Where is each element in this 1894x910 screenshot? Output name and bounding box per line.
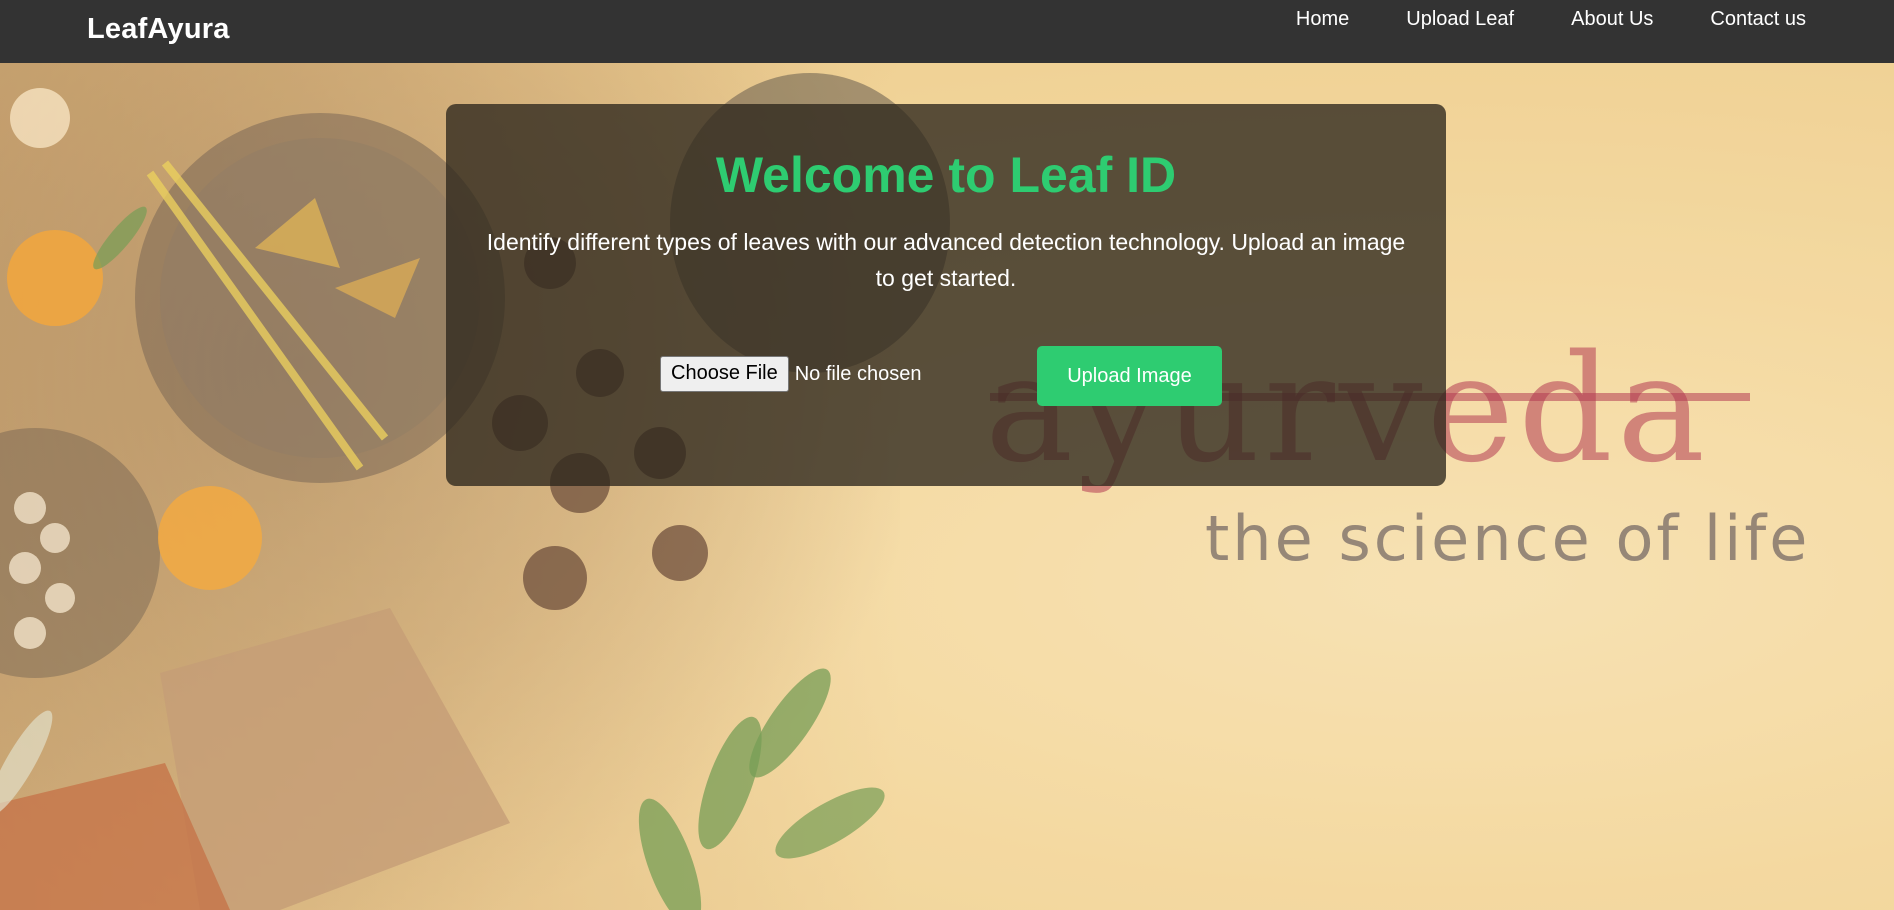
nav-link-upload-leaf[interactable]: Upload Leaf <box>1406 8 1514 31</box>
hero-title: Welcome to Leaf ID <box>715 147 1177 203</box>
hero-description: Identify different types of leaves with … <box>486 229 1406 291</box>
navbar: LeafAyura Home Upload Leaf About Us Cont… <box>0 0 1894 63</box>
nav-link-about-us[interactable]: About Us <box>1571 8 1653 31</box>
brand-logo[interactable]: LeafAyura <box>87 13 230 46</box>
page: LeafAyura Home Upload Leaf About Us Cont… <box>0 0 1894 910</box>
nav-links: Home Upload Leaf About Us Contact us <box>1296 8 1806 31</box>
ayurveda-logo-tagline: the science of life <box>1205 502 1811 575</box>
file-input[interactable]: Choose File No file chosen <box>660 356 921 392</box>
hero-card: Welcome to Leaf ID Identify different ty… <box>446 104 1446 486</box>
file-status-text: No file chosen <box>794 362 922 385</box>
nav-link-home[interactable]: Home <box>1296 8 1349 31</box>
nav-link-contact-us[interactable]: Contact us <box>1710 8 1806 31</box>
choose-file-button[interactable]: Choose File <box>660 356 789 392</box>
upload-image-button[interactable]: Upload Image <box>1037 346 1222 406</box>
